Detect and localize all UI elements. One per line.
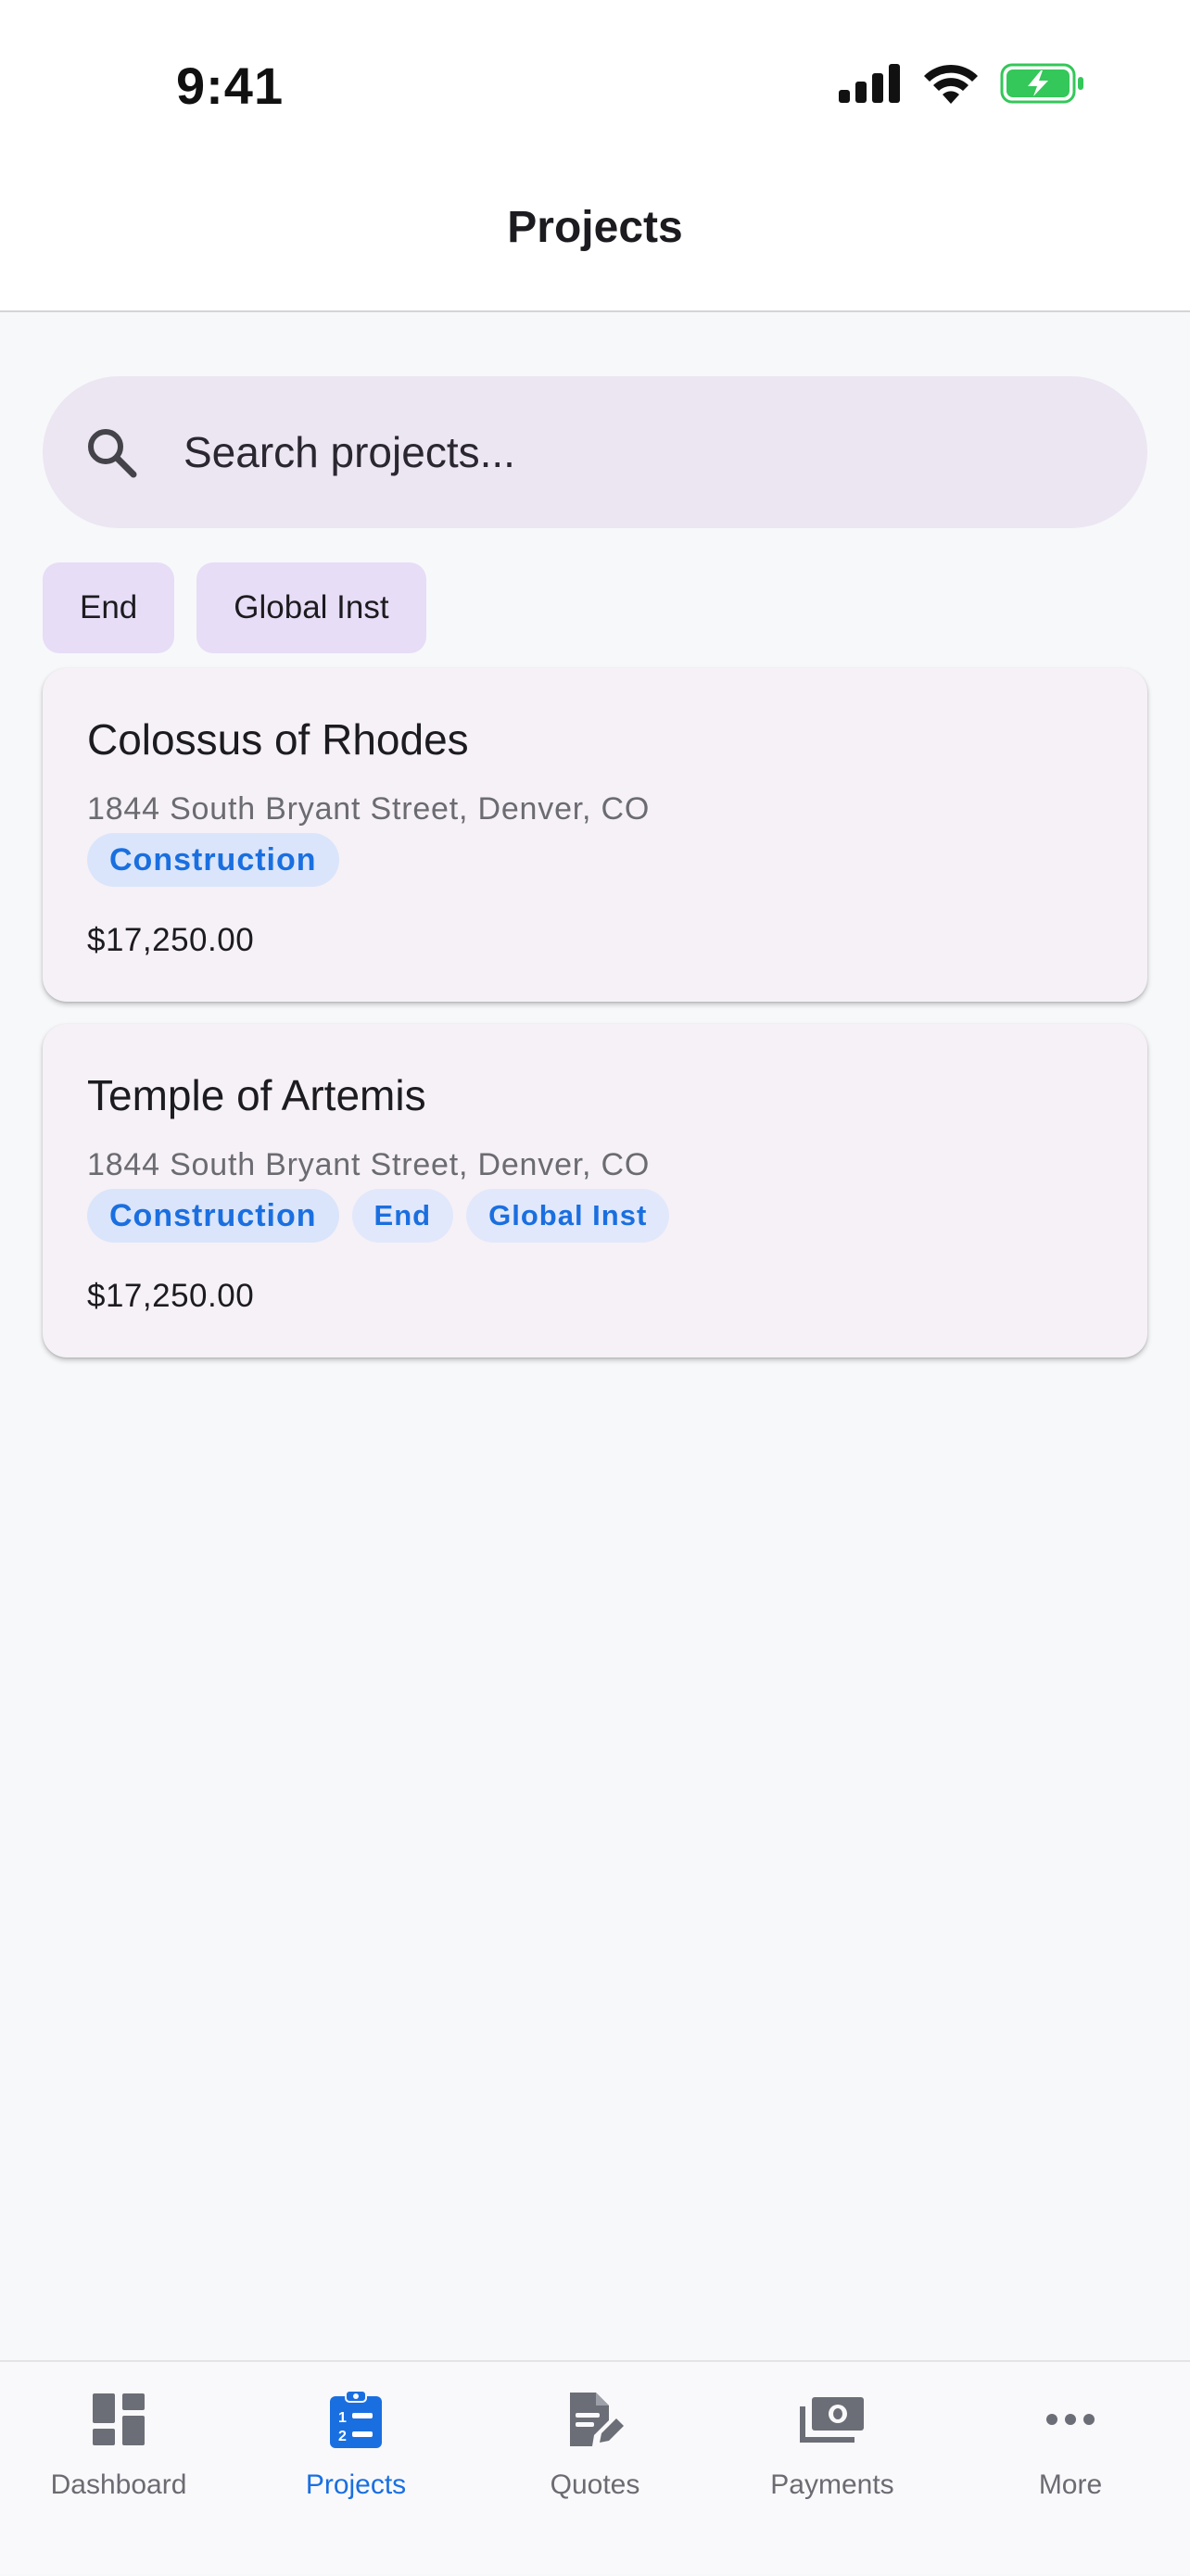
bottom-tab-bar: Dashboard 1 2 Projects Quotes Payments M… [0,2360,1190,2574]
project-card[interactable]: Temple of Artemis 1844 South Bryant Stre… [43,1024,1147,1357]
tab-label: Projects [305,2469,407,2500]
project-tag: Construction [87,1189,339,1243]
status-time: 9:41 [176,57,285,115]
project-tags: Construction End Global Inst [87,1189,670,1243]
filter-chip-end[interactable]: End [43,562,175,653]
project-address: 1844 South Bryant Street, Denver, CO [87,791,651,827]
cash-icon [795,2382,869,2456]
search-input[interactable] [184,413,1092,491]
nav-header: Projects [0,171,1190,312]
project-tag: Construction [87,833,339,887]
tab-projects[interactable]: 1 2 Projects [237,2362,475,2576]
status-bar: 9:41 [0,0,1190,171]
project-amount: $17,250.00 [87,1278,255,1314]
tab-dashboard[interactable]: Dashboard [0,2362,237,2576]
status-icons [839,63,1085,108]
project-tags: Construction [87,833,339,887]
svg-text:1: 1 [338,2410,347,2426]
tab-payments[interactable]: Payments [714,2362,951,2576]
battery-charging-icon [1000,63,1085,108]
cellular-signal-icon [839,64,902,107]
svg-text:2: 2 [338,2429,347,2444]
wifi-icon [922,63,980,108]
project-address: 1844 South Bryant Street, Denver, CO [87,1147,651,1182]
search-bar[interactable] [43,376,1147,528]
project-tag: Global Inst [466,1189,670,1243]
project-name: Temple of Artemis [87,1071,426,1119]
project-card[interactable]: Colossus of Rhodes 1844 South Bryant Str… [43,668,1147,1002]
page-title: Projects [507,202,683,252]
project-amount: $17,250.00 [87,922,255,958]
tab-label: Dashboard [50,2469,187,2500]
more-horizontal-icon [1033,2382,1108,2456]
tab-label: Quotes [550,2469,640,2500]
tab-more[interactable]: More [952,2362,1189,2576]
search-icon [83,424,139,480]
clipboard-list-icon: 1 2 [319,2382,393,2456]
document-edit-icon [558,2382,632,2456]
tab-quotes[interactable]: Quotes [476,2362,714,2576]
tab-label: Payments [770,2469,894,2500]
tab-label: More [1038,2469,1103,2500]
project-name: Colossus of Rhodes [87,715,469,764]
dashboard-icon [82,2382,156,2456]
filter-chips: End Global Inst [43,562,426,653]
project-tag: End [351,1189,454,1243]
filter-chip-global-inst[interactable]: Global Inst [196,562,426,653]
